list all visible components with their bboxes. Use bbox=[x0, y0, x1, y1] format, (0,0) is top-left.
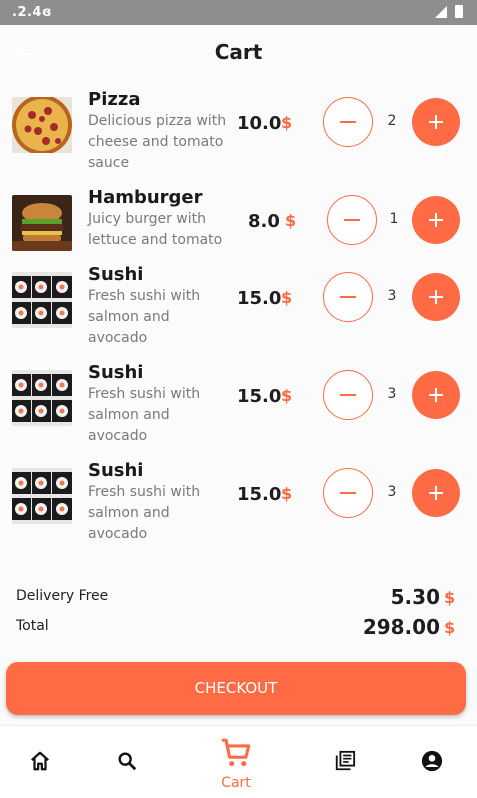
item-name: Hamburger bbox=[88, 187, 203, 208]
decrease-quantity-button[interactable] bbox=[323, 370, 373, 420]
decrease-quantity-button[interactable] bbox=[327, 195, 377, 245]
sushi-photo bbox=[12, 370, 72, 426]
status-time: .2.4ɞ bbox=[12, 5, 52, 20]
cart-item-sushi: Sushi Fresh sushi with salmon and avocad… bbox=[0, 460, 477, 550]
item-currency: $ bbox=[281, 113, 293, 132]
increase-quantity-button[interactable] bbox=[412, 196, 460, 244]
item-price: 15.0 bbox=[237, 386, 282, 407]
burger-photo bbox=[12, 195, 72, 251]
cart-item-pizza: Pizza Delicious pizza with cheese and to… bbox=[0, 89, 477, 179]
increase-quantity-button[interactable] bbox=[412, 371, 460, 419]
increase-quantity-button[interactable] bbox=[412, 273, 460, 321]
nav-search[interactable] bbox=[97, 726, 157, 798]
delivery-label: Delivery Free bbox=[16, 588, 109, 604]
nav-profile[interactable] bbox=[402, 726, 462, 798]
item-name: Sushi bbox=[88, 460, 144, 481]
decrease-quantity-button[interactable] bbox=[323, 97, 373, 147]
decrease-quantity-button[interactable] bbox=[323, 272, 373, 322]
item-quantity: 1 bbox=[389, 211, 399, 227]
item-quantity: 3 bbox=[387, 386, 397, 402]
library-books-icon bbox=[335, 750, 356, 771]
decrease-quantity-button[interactable] bbox=[323, 468, 373, 518]
item-name: Pizza bbox=[88, 89, 141, 110]
cart-item-hamburger: Hamburger Juicy burger with lettuce and … bbox=[0, 187, 477, 257]
cart-item-sushi: Sushi Fresh sushi with salmon and avocad… bbox=[0, 264, 477, 354]
item-price: 15.0 bbox=[237, 484, 282, 505]
item-description: Fresh sushi with salmon and avocado bbox=[88, 386, 201, 444]
page-title: Cart bbox=[214, 40, 263, 64]
cart-icon bbox=[221, 738, 251, 767]
item-currency: $ bbox=[281, 484, 293, 503]
nav-cart[interactable]: Cart bbox=[206, 726, 266, 798]
delivery-value: 5.30 bbox=[390, 585, 440, 609]
increase-quantity-button[interactable] bbox=[412, 98, 460, 146]
app-bar: Cart bbox=[0, 25, 477, 83]
pizza-photo bbox=[12, 97, 72, 153]
cart-item-sushi: Sushi Fresh sushi with salmon and avocad… bbox=[0, 362, 477, 452]
item-name: Sushi bbox=[88, 362, 144, 383]
delivery-currency: $ bbox=[444, 588, 456, 607]
status-bar: .2.4ɞ bbox=[0, 0, 477, 25]
increase-quantity-button[interactable] bbox=[412, 469, 460, 517]
battery-icon bbox=[455, 5, 463, 18]
total-currency: $ bbox=[444, 618, 456, 637]
bottom-navigation: Cart bbox=[0, 725, 477, 798]
nav-orders[interactable] bbox=[315, 726, 375, 798]
item-price: 8.0 bbox=[248, 211, 280, 232]
item-name: Sushi bbox=[88, 264, 144, 285]
item-description: Fresh sushi with salmon and avocado bbox=[88, 484, 201, 542]
total-value: 298.00 bbox=[362, 615, 440, 639]
checkout-button[interactable]: CHECKOUT bbox=[6, 662, 466, 715]
item-quantity: 3 bbox=[387, 288, 397, 304]
search-icon bbox=[118, 752, 137, 771]
cart-list: Pizza Delicious pizza with cheese and to… bbox=[0, 83, 477, 725]
item-description: Delicious pizza with cheese and tomato s… bbox=[88, 113, 227, 171]
item-quantity: 2 bbox=[387, 113, 397, 129]
account-circle-icon bbox=[421, 750, 443, 772]
item-currency: $ bbox=[281, 386, 293, 405]
signal-icon bbox=[435, 6, 447, 18]
item-price: 10.0 bbox=[237, 113, 282, 134]
sushi-photo bbox=[12, 272, 72, 328]
sushi-photo bbox=[12, 468, 72, 524]
item-currency: $ bbox=[285, 211, 297, 230]
item-description: Fresh sushi with salmon and avocado bbox=[88, 288, 201, 346]
home-icon bbox=[31, 751, 49, 771]
item-price: 15.0 bbox=[237, 288, 282, 309]
item-description: Juicy burger with lettuce and tomato bbox=[88, 211, 223, 248]
item-quantity: 3 bbox=[387, 484, 397, 500]
nav-home[interactable] bbox=[10, 726, 70, 798]
nav-cart-label: Cart bbox=[221, 775, 251, 791]
total-label: Total bbox=[16, 618, 49, 634]
item-currency: $ bbox=[281, 288, 293, 307]
